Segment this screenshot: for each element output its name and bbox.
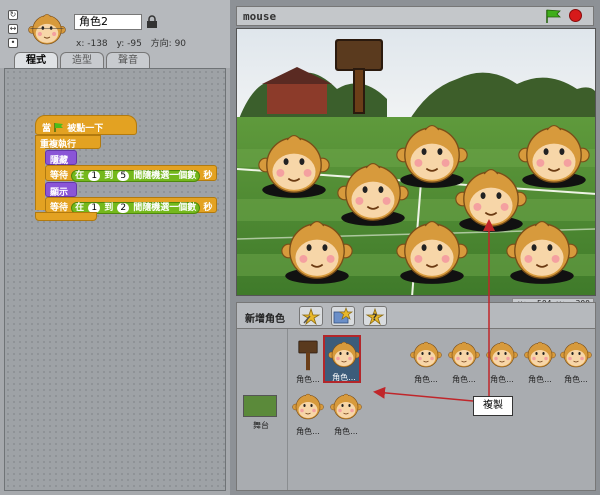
random-max-input-1[interactable]: 5 xyxy=(117,171,130,181)
sprite-tile-label: 角色... xyxy=(332,373,356,382)
sprite-thumbnail xyxy=(28,13,66,45)
random-min-input-1[interactable]: 1 xyxy=(88,171,101,181)
monkey-thumbnail xyxy=(328,341,360,368)
hide-block[interactable]: 隱藏 xyxy=(45,150,77,166)
sprite-tile-label: 角色... xyxy=(296,375,320,384)
sprite-tile[interactable]: 角色... xyxy=(289,389,327,437)
corral-divider xyxy=(287,329,288,490)
paint-star-icon xyxy=(301,307,321,326)
svg-text:?: ? xyxy=(372,313,377,323)
monkey-sprite[interactable] xyxy=(392,217,472,285)
pick-random-label: 間隨機選一個數 xyxy=(133,203,197,213)
copy-annotation-label: 複製 xyxy=(473,396,513,416)
sprite-tile-label: 角色... xyxy=(564,375,588,384)
sprite-tile-label: 角色... xyxy=(334,427,358,436)
in-label: 在 xyxy=(75,171,85,181)
sprite-coordinates: x: -138 y: -95 方向: 90 xyxy=(76,36,192,49)
left-panel: ↻ ↔ • 角色2 x: -138 y: -95 方向: 90 程式 造型 聲音… xyxy=(0,0,230,495)
wait-label: 等待 xyxy=(50,171,69,181)
sprite-tile[interactable]: 角色... xyxy=(521,337,559,385)
to-label: 到 xyxy=(104,203,114,213)
sprite-tile-label: 角色... xyxy=(452,375,476,384)
rotate-flip-button[interactable]: ↔ xyxy=(8,24,18,34)
when-label: 當 xyxy=(42,124,52,134)
paint-new-sprite-button[interactable] xyxy=(299,306,323,326)
question-star-icon: ? xyxy=(365,307,385,326)
choose-sprite-file-button[interactable] xyxy=(331,306,355,326)
seconds-label: 秒 xyxy=(203,203,213,213)
sprite-direction: 方向: 90 xyxy=(150,39,187,49)
show-block[interactable]: 顯示 xyxy=(45,182,77,198)
sprite-tile-label: 角色... xyxy=(414,375,438,384)
new-sprite-bar: 新增角色 ? xyxy=(236,302,596,328)
monkey-thumbnail xyxy=(292,393,324,420)
hammer-sprite[interactable] xyxy=(333,35,385,115)
monkey-sprite[interactable] xyxy=(277,217,357,285)
sprite-corral: 舞台 角色... 角色... 角色... 角色... 角色... 角色... 角… xyxy=(236,328,596,491)
tab-costumes[interactable]: 造型 xyxy=(60,52,104,68)
stage-thumbnail[interactable]: 舞台 xyxy=(243,395,279,435)
lock-icon[interactable] xyxy=(146,15,158,29)
forever-bottom xyxy=(35,212,97,221)
sprite-tile-label: 角色... xyxy=(528,375,552,384)
sprite-y: y: -95 xyxy=(116,39,142,49)
project-title: mouse xyxy=(243,10,277,23)
forever-label: 重複執行 xyxy=(40,140,77,150)
forever-block[interactable]: 重複執行 xyxy=(35,135,101,150)
rotate-none-button[interactable]: • xyxy=(8,38,18,48)
sprite-info-header: ↻ ↔ • 角色2 x: -138 y: -95 方向: 90 程式 造型 聲音 xyxy=(0,0,230,68)
sprite-tile-label: 角色... xyxy=(490,375,514,384)
hammer-thumbnail xyxy=(298,340,318,371)
sprite-tile[interactable]: 角色... xyxy=(445,337,483,385)
stage-title-bar: mouse xyxy=(236,6,594,26)
seconds-label: 秒 xyxy=(203,171,213,181)
monkey-thumbnail xyxy=(486,341,518,368)
sprite-tile-label: 角色... xyxy=(296,427,320,436)
to-label: 到 xyxy=(104,171,114,181)
random-max-input-2[interactable]: 2 xyxy=(117,203,130,213)
pick-random-block-1[interactable]: 在 1 到 5 間隨機選一個數 xyxy=(71,170,201,182)
sprite-x: x: -138 xyxy=(76,39,108,49)
surprise-sprite-button[interactable]: ? xyxy=(363,306,387,326)
sprite-tile[interactable]: 角色... xyxy=(557,337,595,385)
monkey-thumbnail xyxy=(560,341,592,368)
clicked-label: 被點一下 xyxy=(67,124,104,134)
monkey-sprite[interactable] xyxy=(254,131,334,199)
when-flag-clicked-block[interactable]: 當 被點一下 xyxy=(35,115,137,135)
tab-sounds[interactable]: 聲音 xyxy=(106,52,150,68)
monkey-thumbnail xyxy=(410,341,442,368)
sprite-tile-selected[interactable]: 角色... xyxy=(323,335,361,383)
stage-thumbnail-image xyxy=(243,395,277,417)
sprite-tile[interactable]: 角色... xyxy=(327,389,365,437)
wait-random-block-1[interactable]: 等待 在 1 到 5 間隨機選一個數 秒 xyxy=(45,165,218,182)
green-flag-icon xyxy=(54,123,64,132)
tab-scripts[interactable]: 程式 xyxy=(14,52,58,68)
monkey-thumbnail xyxy=(330,393,362,420)
wait-random-block-2[interactable]: 等待 在 1 到 2 間隨機選一個數 秒 xyxy=(45,197,218,214)
sprite-tile-hammer[interactable]: 角色... xyxy=(289,337,327,385)
monkey-thumbnail xyxy=(524,341,556,368)
new-sprite-label: 新增角色 xyxy=(245,314,285,325)
rotate-free-button[interactable]: ↻ xyxy=(8,10,18,20)
monkey-thumbnail xyxy=(448,341,480,368)
stop-button[interactable] xyxy=(569,9,582,22)
green-flag-button[interactable] xyxy=(545,9,561,23)
stage[interactable] xyxy=(236,28,596,296)
script-area[interactable]: 當 被點一下 重複執行 隱藏 等待 在 1 到 5 間隨機選一個數 秒 顯示 等… xyxy=(4,68,226,491)
folder-star-icon xyxy=(333,307,354,324)
monkey-sprite[interactable] xyxy=(502,217,582,285)
pick-random-label: 間隨機選一個數 xyxy=(133,171,197,181)
stage-label: 舞台 xyxy=(253,421,269,430)
sprite-tile[interactable]: 角色... xyxy=(407,337,445,385)
sprite-tile[interactable]: 角色... xyxy=(483,337,521,385)
sprite-name-field[interactable]: 角色2 xyxy=(74,14,142,30)
forever-body xyxy=(35,148,45,210)
